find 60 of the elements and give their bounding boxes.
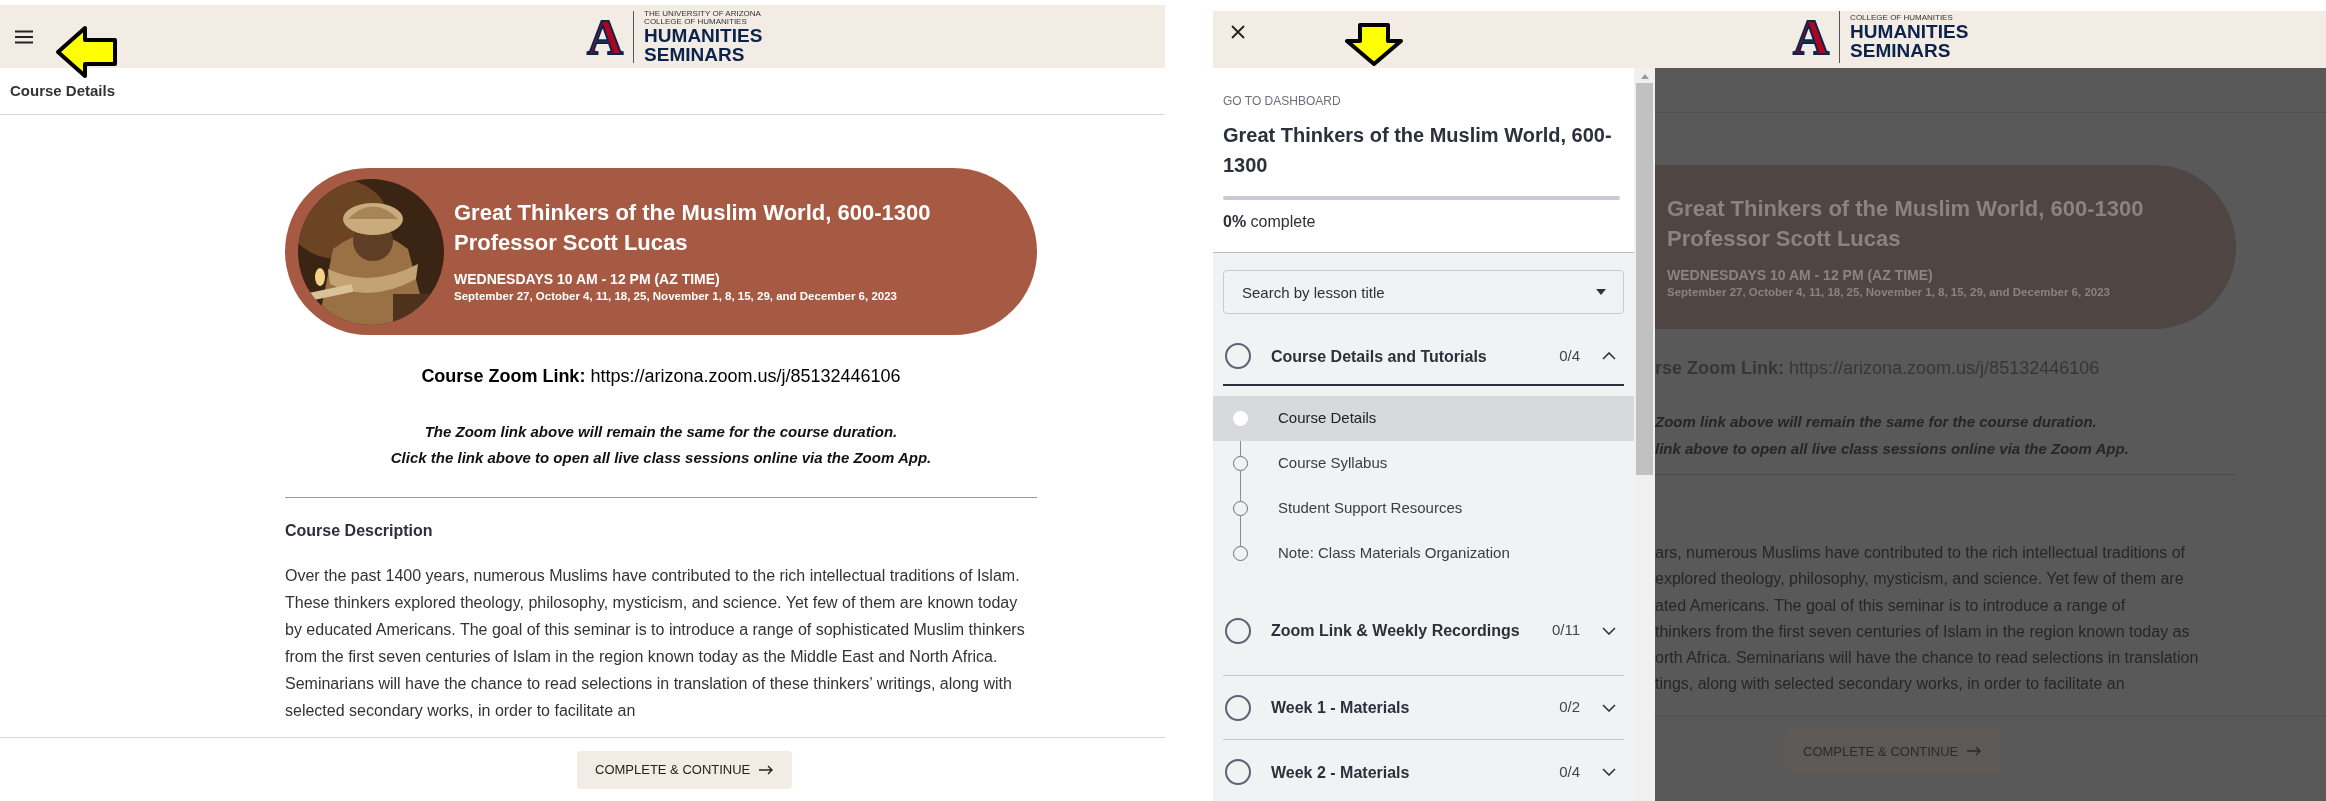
logo-mark: A [1793,12,1830,62]
caret-icon[interactable] [1596,289,1606,295]
instructor-name: Professor Scott Lucas [1667,224,1902,253]
scrollbar[interactable] [1634,68,1655,801]
lesson-item[interactable]: Course Details [1213,396,1634,441]
banner-title: Great Thinkers of the Muslim World, 600-1300 [454,199,931,227]
note-text: Click the link above to open all live class sessions online via the Zoom App. [390,448,932,468]
left-arrow-icon [55,25,119,79]
logo-subtitle: COLLEGE OF HUMANITIES [1850,14,1954,22]
zoom-link[interactable]: https://arizona.zoom.us/j/85132446106 [590,366,901,386]
connector-line [1240,471,1241,501]
progress-text: 0% complete [1223,212,1317,232]
instructor-name: Professor Scott Lucas [454,229,689,257]
lesson-count: 0/4 [1559,345,1580,366]
section-header[interactable]: Zoom Link & Weekly Recordings 0/11 [1223,586,1624,676]
logo-title: SEMINARS [644,44,746,64]
dashboard-link[interactable]: GO TO DASHBOARD [1223,94,1624,108]
scrollbar-thumb[interactable] [1636,83,1653,475]
arrow-icon [758,764,775,775]
dates-text: September 27, October 4, 11, 18, 25, November 1, 8, 15, 29, and December 6, 2023 [1667,284,2111,300]
banner-title: Great Thinkers of the Muslim World, 600-1300 [1667,194,2145,223]
lesson-count: 0/2 [1559,697,1580,718]
description-text: Over the past 1400 years, numerous Muslims have contributed to the rich intellectual traditions of Islam. These thinkers explored theology, philosophy, mysticism, and science. Yet few of them are known today by educated Americans. The goal of this seminar is to introduce a range of sophisticated Muslim thinkers from the first seven centuries of Islam in the region known today as the Middle East and North Africa. Seminarians will have the chance to read selections in translation of these thinkers’ writings, along with selected secondary works, in order to facilitate an [285,566,1026,721]
complete-continue-button[interactable]: COMPLETE & CONTINUE [577,750,793,789]
schedule-text: WEDNESDAYS 10 AM - 12 PM (AZ TIME) [1667,265,1934,284]
lesson-item[interactable]: Student Support Resources [1213,486,1634,531]
lesson-item[interactable]: Note: Class Materials Organization [1213,531,1634,576]
menu-button[interactable] [14,29,34,44]
section-header[interactable]: Course Details and Tutorials 0/4 [1223,328,1624,386]
down-arrow-icon [1345,23,1403,66]
zoom-link-line: Course Zoom Link: https://arizona.zoom.us/j/85132446106 [420,365,902,388]
course-title: Great Thinkers of the Muslim World, 600-1300 [1223,123,1613,178]
lesson-item[interactable]: Course Syllabus [1213,441,1634,486]
section-title: Week 2 - Materials [1271,762,1411,783]
lesson-search-field[interactable]: Search by lesson title [1223,270,1624,314]
section-title: Course Details and Tutorials [1271,346,1488,367]
logo-title: HUMANITIES [644,25,763,45]
arrow-icon [1966,746,1983,757]
section-title: Week 1 - Materials [1271,698,1411,718]
schedule-text: WEDNESDAYS 10 AM - 12 PM (AZ TIME) [454,270,721,288]
lesson-count: 0/4 [1559,761,1580,782]
section-title: Zoom Link & Weekly Recordings [1271,621,1521,641]
section-header[interactable]: Week 2 - Materials 0/4 [1223,740,1624,801]
chevron-down-icon[interactable] [1602,768,1616,776]
dates-text: September 27, October 4, 11, 18, 25, November 1, 8, 15, 29, and December 6, 2023 [454,289,898,304]
note-text: The Zoom link above will remain the same for the course duration. [424,422,898,442]
chevron-down-icon[interactable] [1602,626,1616,635]
close-button[interactable] [1231,25,1245,39]
lesson-count: 0/11 [1551,620,1580,641]
section-header[interactable]: Week 1 - Materials 0/2 [1223,676,1624,740]
chevron-down-icon[interactable] [1602,703,1616,712]
chevron-up-icon[interactable] [1602,352,1616,360]
breadcrumb-title: Course Details [10,80,116,101]
connector-line [1240,516,1241,546]
section-heading: Course Description [285,521,434,541]
logo-subtitle: COLLEGE OF HUMANITIES [644,17,748,26]
logo-title: SEMINARS [1850,41,1952,60]
logo-title: HUMANITIES [1850,22,1969,41]
logo-mark: A [587,11,624,62]
logo-subtitle: THE UNIVERSITY OF ARIZONA [644,9,762,18]
